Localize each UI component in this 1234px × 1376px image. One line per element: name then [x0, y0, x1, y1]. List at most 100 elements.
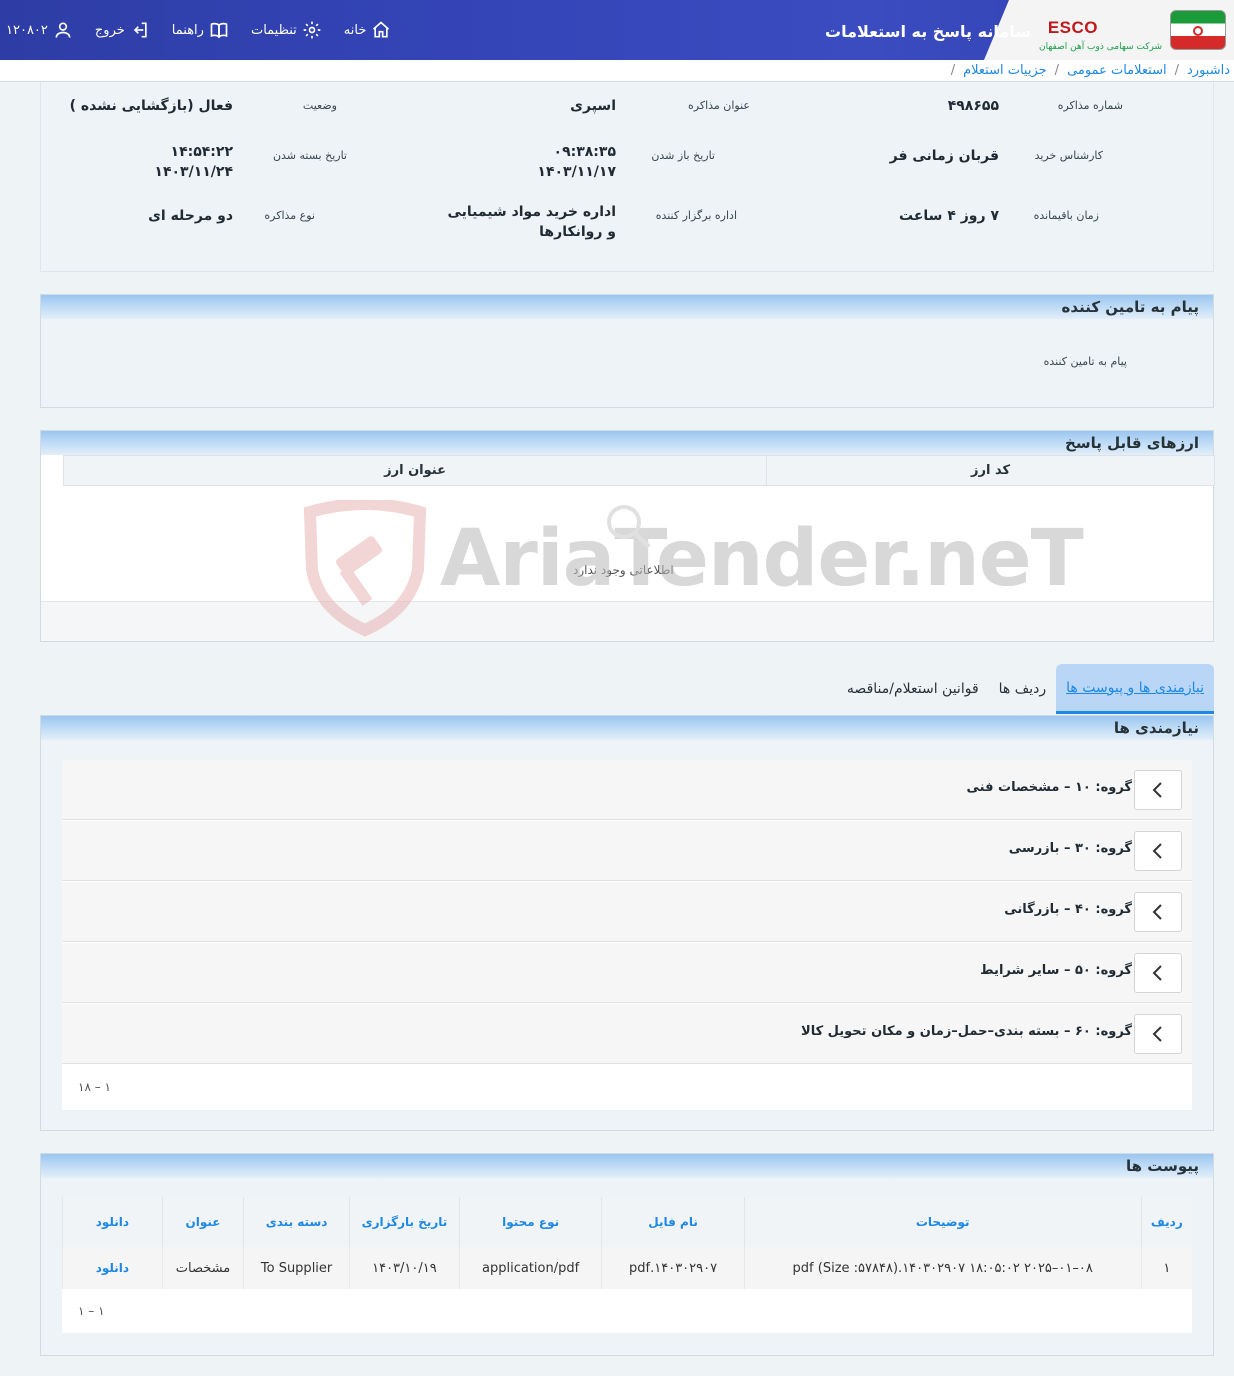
remaining-label: زمان باقیمانده — [1033, 209, 1099, 222]
cell-upload-date: ۱۴۰۳/۱۰/۱۹ — [348, 1247, 460, 1289]
chevron-left-icon — [1152, 965, 1162, 981]
negotiation-number: ۴۹۸۶۵۵ — [947, 98, 999, 114]
buyer-value: قربان زمانی فر — [889, 148, 999, 164]
breadcrumb: داشبورد / استعلامات عمومی / جزییات استعل… — [0, 60, 1234, 82]
guide-label: راهنما — [171, 22, 204, 38]
tab-requirements-attachments[interactable]: نیازمندی ها و پیوست ها — [1056, 664, 1214, 714]
column-row[interactable]: ردیف — [1140, 1197, 1192, 1247]
logout-icon — [133, 22, 147, 38]
brand-subtitle: شرکت سهامی ذوب آهن اصفهان — [1039, 42, 1162, 52]
home-icon — [373, 21, 390, 38]
attachments-title: پیوست ها — [41, 1154, 1213, 1178]
column-download[interactable]: دانلود — [62, 1197, 163, 1247]
currencies-footer — [41, 601, 1213, 641]
type-label: نوع مذاکره — [264, 209, 315, 222]
breadcrumb-public-inquiries[interactable]: استعلامات عمومی — [1067, 63, 1167, 78]
column-category[interactable]: دسته بندی — [243, 1197, 350, 1247]
negotiation-title: اسپری — [570, 98, 616, 114]
open-date-label: تاریخ باز شدن — [651, 149, 715, 162]
breadcrumb-inquiry-details[interactable]: جزییات استعلام — [963, 63, 1047, 78]
organizer-line2: و روانکارها — [539, 224, 616, 240]
requirement-group[interactable]: گروه: ۴۰ – بازرگانی — [62, 882, 1192, 942]
requirement-group-label: گروه: ۵۰ – سایر شرایط — [980, 963, 1132, 978]
requirement-group-label: گروه: ۳۰ – بازرسی — [1008, 841, 1132, 856]
logout-link[interactable]: خروج — [95, 20, 150, 40]
close-date-label: تاریخ بسته شدن — [272, 149, 347, 162]
cell-title: مشخصات — [161, 1247, 244, 1289]
supplier-message-card: پیام به تامین کننده پیام به تامین کننده — [40, 294, 1214, 408]
inquiry-info: شماره مذاکره ۴۹۸۶۵۵ عنوان مذاکره اسپری و… — [40, 82, 1214, 272]
tab-inquiry-rules[interactable]: قوانین استعلام/مناقصه — [837, 664, 989, 714]
settings-link[interactable]: تنظیمات — [251, 20, 322, 40]
currencies-card: ارزهای قابل پاسخ کد ارز عنوان ارز اطلاعا… — [40, 430, 1215, 642]
breadcrumb-separator: / — [950, 63, 956, 78]
top-nav: ۱۲۰۸۰۲ خروج راهنما تنظیمات خانه — [0, 0, 400, 60]
negotiation-title-label: عنوان مذاکره — [688, 99, 750, 112]
breadcrumb-dashboard[interactable]: داشبورد — [1187, 63, 1230, 78]
home-link[interactable]: خانه — [344, 20, 392, 40]
table-row: ۱ ۰۸–۰۱–۲۰۲۵ ۱۸:۰۵:۰۲ ۱۴۰۳۰۲۹۰۷.(Size :۵… — [62, 1247, 1192, 1289]
column-currency-title[interactable]: عنوان ارز — [62, 455, 768, 486]
open-date: ۱۴۰۳/۱۱/۱۷ — [537, 164, 616, 180]
detail-tabs: نیازمندی ها و پیوست ها ردیف ها قوانین اس… — [837, 664, 1214, 714]
column-upload-date[interactable]: تاریخ بارگزاری — [348, 1197, 460, 1247]
status-value: فعال (بازگشایی نشده ) — [69, 98, 233, 114]
negotiation-number-label: شماره مذاکره — [1057, 99, 1123, 112]
download-link[interactable]: دانلود — [62, 1247, 163, 1289]
requirement-group-label: گروه: ۱۰ – مشخصات فنی — [966, 780, 1132, 795]
requirement-group[interactable]: گروه: ۶۰ – بسته بندی–حمل–زمان و مکان تحو… — [62, 1004, 1192, 1064]
user-icon — [55, 22, 71, 38]
settings-label: تنظیمات — [250, 22, 297, 38]
expand-button[interactable] — [1134, 1014, 1182, 1054]
attachments-pager: ۱ – ۱ — [78, 1304, 105, 1318]
requirement-group[interactable]: گروه: ۱۰ – مشخصات فنی — [62, 760, 1192, 820]
requirement-group-label: گروه: ۶۰ – بسته بندی–حمل–زمان و مکان تحو… — [801, 1024, 1132, 1039]
close-date: ۱۴۰۳/۱۱/۲۴ — [154, 164, 233, 180]
organizer-label: اداره برگزار کننده — [655, 209, 737, 222]
remaining-value: ۷ روز ۴ ساعت — [899, 208, 999, 224]
tab-rows[interactable]: ردیف ها — [989, 664, 1056, 714]
column-currency-code[interactable]: کد ارز — [766, 455, 1215, 486]
app-title: سامانه پاسخ به استعلامات — [825, 22, 1031, 41]
gear-icon — [303, 21, 321, 39]
currencies-table: کد ارز عنوان ارز — [62, 455, 1215, 486]
user-menu[interactable]: ۱۲۰۸۰۲ — [6, 20, 73, 40]
requirement-group-label: گروه: ۴۰ – بازرگانی — [1004, 902, 1132, 917]
requirements-title: نیازمندی ها — [41, 716, 1213, 740]
chevron-left-icon — [1152, 904, 1162, 920]
cell-file-name: ۱۴۰۳۰۲۹۰۷.pdf — [601, 1247, 745, 1289]
expand-button[interactable] — [1134, 770, 1182, 810]
supplier-message-body: پیام به تامین کننده — [1043, 355, 1127, 368]
brand-logo: ESCO — [1047, 18, 1098, 37]
chevron-left-icon — [1152, 1026, 1162, 1042]
currencies-title: ارزهای قابل پاسخ — [41, 431, 1213, 455]
book-icon — [210, 22, 228, 39]
close-time: ۱۴:۵۴:۲۲ — [170, 144, 233, 160]
column-file-name[interactable]: نام فایل — [601, 1197, 745, 1247]
requirement-group[interactable]: گروه: ۳۰ – بازرسی — [62, 821, 1192, 881]
type-value: دو مرحله ای — [148, 208, 233, 224]
column-content-type[interactable]: نوع محتوا — [458, 1197, 602, 1247]
requirement-group[interactable]: گروه: ۵۰ – سایر شرایط — [62, 943, 1192, 1003]
expand-button[interactable] — [1134, 953, 1182, 993]
status-label: وضعیت — [302, 99, 337, 112]
currencies-empty-message: اطلاعاتی وجود ندارد — [573, 563, 674, 577]
supplier-message-title: پیام به تامین کننده — [41, 295, 1213, 319]
cell-row: ۱ — [1140, 1247, 1192, 1289]
guide-link[interactable]: راهنما — [172, 20, 229, 40]
expand-button[interactable] — [1134, 892, 1182, 932]
open-time: ۰۹:۳۸:۳۵ — [553, 144, 616, 160]
user-id: ۱۲۰۸۰۲ — [6, 22, 48, 38]
column-title[interactable]: عنوان — [161, 1197, 244, 1247]
attachments-table: ردیف توضیحات نام فایل نوع محتوا تاریخ با… — [62, 1197, 1192, 1289]
buyer-label: کارشناس خرید — [1034, 149, 1103, 162]
iran-flag-icon — [1170, 10, 1226, 50]
organizer-line1: اداره خرید مواد شیمیایی — [447, 204, 616, 220]
cell-category: To Supplier — [243, 1247, 350, 1289]
top-bar: ESCO شرکت سهامی ذوب آهن اصفهان سامانه پا… — [0, 0, 1234, 60]
chevron-left-icon — [1152, 782, 1162, 798]
breadcrumb-separator: / — [1054, 63, 1060, 78]
column-description[interactable]: توضیحات — [743, 1197, 1142, 1247]
cell-content-type: application/pdf — [458, 1247, 602, 1289]
expand-button[interactable] — [1134, 831, 1182, 871]
